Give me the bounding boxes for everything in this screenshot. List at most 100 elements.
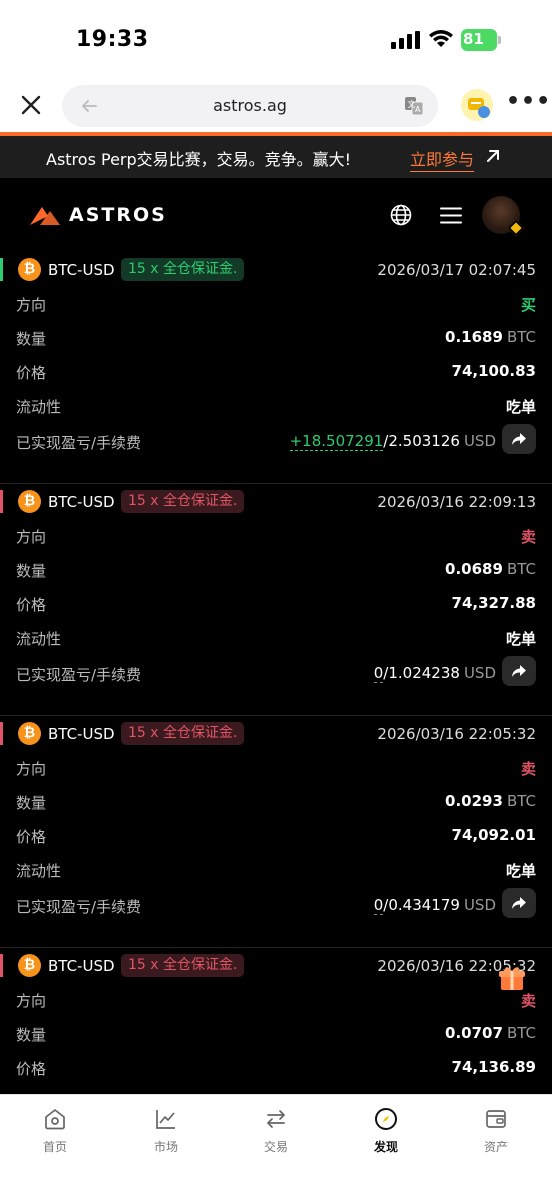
share-arrow-icon [512, 897, 526, 909]
direction-row: 方向 卖 [0, 756, 552, 780]
nav-home[interactable]: 首页 [15, 1107, 95, 1155]
nav-label: 交易 [263, 1140, 288, 1154]
price-label: 价格 [16, 1060, 47, 1078]
realized-pnl: 0 [373, 664, 384, 683]
quantity-value: 0.0293 BTC [445, 792, 536, 810]
direction-label: 方向 [16, 760, 47, 778]
bitcoin-icon: ₿ [18, 722, 41, 745]
realized-pnl: +18.507291 [289, 432, 384, 451]
more-options-icon[interactable]: ••• [506, 91, 551, 113]
margin-tag: 15 x 全仓保证金. [121, 258, 245, 281]
trade-pair: BTC-USD [48, 725, 115, 743]
price-value: 74,092.01 [451, 826, 536, 844]
globe-language-icon[interactable] [390, 204, 412, 226]
pnl-fee-value[interactable]: +18.507291/2.503126 USD [289, 432, 496, 451]
direction-label: 方向 [16, 992, 47, 1010]
bitcoin-icon: ₿ [18, 258, 41, 281]
browser-toolbar: astros.ag 文 A ••• [0, 80, 552, 132]
liquidity-value: 吃单 [505, 630, 536, 648]
pnl-fee-row: 已实现盈亏/手续费 0/1.024238 USD [0, 656, 552, 686]
margin-tag: 15 x 全仓保证金. [121, 954, 245, 977]
direction-value: 买 [520, 296, 536, 314]
bitcoin-icon: ₿ [18, 490, 41, 513]
quantity-label: 数量 [16, 1026, 47, 1044]
translate-icon[interactable]: 文 A [404, 96, 424, 116]
quantity-value: 0.0689 BTC [445, 560, 536, 578]
bitcoin-icon: ₿ [18, 954, 41, 977]
liquidity-label: 流动性 [16, 630, 62, 648]
url-text: astros.ag [213, 96, 287, 115]
trade-card: ₿ BTC-USD 15 x 全仓保证金. 2026/03/16 22:05:3… [0, 948, 552, 1094]
trade-history-list[interactable]: ₿ BTC-USD 15 x 全仓保证金. 2026/03/17 02:07:4… [0, 252, 552, 1094]
astros-logo-icon[interactable] [28, 204, 62, 226]
share-button[interactable] [502, 424, 536, 454]
trade-datetime: 2026/03/16 22:09:13 [377, 493, 536, 511]
liquidity-value: 吃单 [505, 398, 536, 416]
app-header: ASTROS [0, 178, 552, 252]
trade-card: ₿ BTC-USD 15 x 全仓保证金. 2026/03/17 02:07:4… [0, 252, 552, 484]
side-indicator-bar [0, 722, 3, 745]
trade-datetime: 2026/03/17 02:07:45 [377, 261, 536, 279]
close-icon[interactable] [20, 94, 42, 116]
liquidity-label: 流动性 [16, 398, 62, 416]
price-label: 价格 [16, 364, 47, 382]
quantity-label: 数量 [16, 330, 47, 348]
hamburger-menu-icon[interactable] [440, 207, 462, 224]
discover-compass-icon [375, 1108, 397, 1130]
share-button[interactable] [502, 656, 536, 686]
promo-text: Astros Perp交易比赛，交易。竞争。赢大! [46, 150, 352, 169]
realized-pnl: 0 [373, 896, 384, 915]
address-bar[interactable]: astros.ag 文 A [62, 85, 438, 127]
liquidity-value: 吃单 [505, 862, 536, 880]
trade-pair: BTC-USD [48, 261, 115, 279]
gift-icon[interactable] [498, 964, 526, 992]
quantity-label: 数量 [16, 794, 47, 812]
fee-value: /0.434179 [383, 896, 460, 914]
direction-value: 卖 [520, 992, 536, 1010]
pnl-fee-value[interactable]: 0/1.024238 USD [373, 664, 496, 683]
pnl-fee-label: 已实现盈亏/手续费 [16, 898, 142, 916]
pnl-fee-label: 已实现盈亏/手续费 [16, 666, 142, 684]
status-time: 19:33 [76, 27, 149, 52]
price-value: 74,136.89 [451, 1058, 536, 1076]
promo-banner: Astros Perp交易比赛，交易。竞争。赢大! 立即参与 [0, 132, 552, 178]
share-arrow-icon [512, 665, 526, 677]
trade-pair: BTC-USD [48, 493, 115, 511]
price-row: 价格 74,092.01 [0, 824, 552, 848]
share-arrow-icon [512, 433, 526, 445]
direction-label: 方向 [16, 528, 47, 546]
price-label: 价格 [16, 828, 47, 846]
home-icon [45, 1109, 65, 1130]
nav-label: 发现 [373, 1140, 398, 1154]
quantity-row: 数量 0.0293 BTC [0, 790, 552, 814]
trade-swap-icon [267, 1110, 285, 1128]
trade-card: ₿ BTC-USD 15 x 全仓保证金. 2026/03/16 22:09:1… [0, 484, 552, 716]
fee-value: /2.503126 [383, 432, 460, 450]
nav-trade[interactable]: 交易 [236, 1107, 316, 1155]
market-chart-icon [156, 1110, 175, 1129]
nav-assets[interactable]: 资产 [456, 1107, 536, 1155]
liquidity-label: 流动性 [16, 862, 62, 880]
wifi-icon [429, 30, 453, 47]
nav-label: 市场 [153, 1140, 178, 1154]
share-button[interactable] [502, 888, 536, 918]
arrow-up-right-icon[interactable] [485, 148, 501, 164]
direction-label: 方向 [16, 296, 47, 314]
liquidity-row: 流动性 吃单 [0, 858, 552, 882]
trade-pair: BTC-USD [48, 957, 115, 975]
nav-market[interactable]: 市场 [126, 1107, 206, 1155]
direction-value: 卖 [520, 760, 536, 778]
promo-join-link[interactable]: 立即参与 [410, 146, 475, 172]
status-bar: 19:33 81 [0, 0, 552, 80]
svg-text:A: A [415, 105, 421, 114]
direction-row: 方向 卖 [0, 524, 552, 548]
brand-name[interactable]: ASTROS [69, 204, 167, 226]
quantity-row: 数量 0.1689 BTC [0, 326, 552, 350]
side-indicator-bar [0, 258, 3, 281]
wallet-extension-icon[interactable] [460, 88, 494, 122]
price-row: 价格 74,100.83 [0, 360, 552, 384]
pnl-fee-value[interactable]: 0/0.434179 USD [373, 896, 496, 915]
nav-discover[interactable]: 发现 [346, 1107, 426, 1155]
price-value: 74,327.88 [451, 594, 536, 612]
user-avatar[interactable] [482, 196, 525, 237]
